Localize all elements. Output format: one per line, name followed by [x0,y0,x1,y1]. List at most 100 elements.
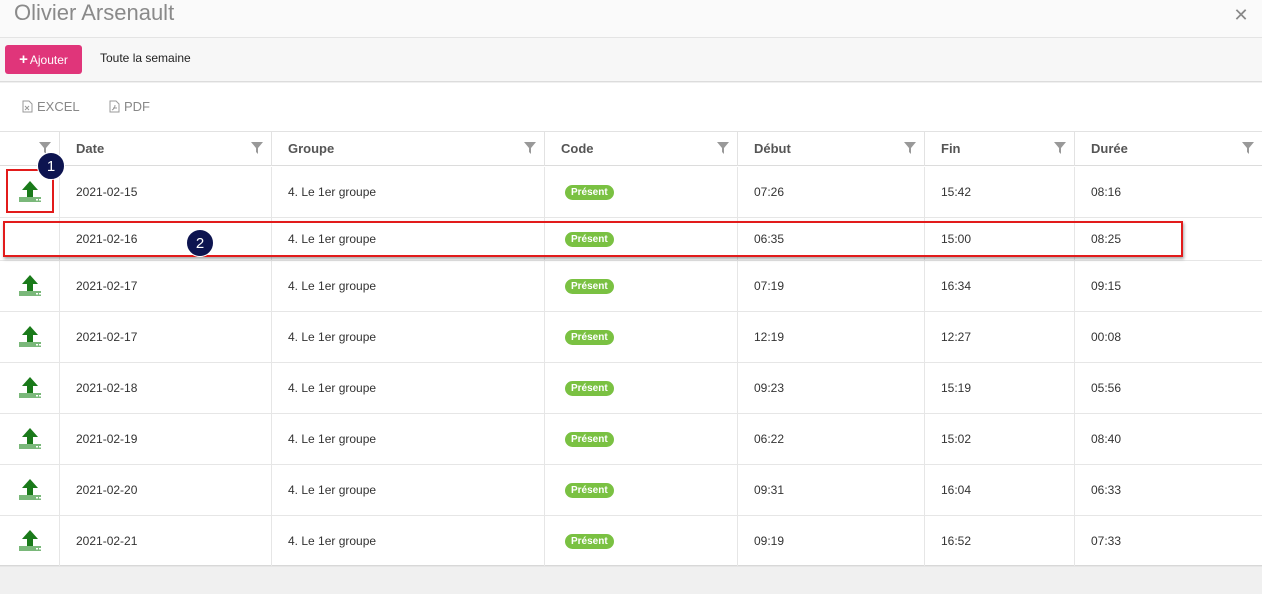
cell-group: 4. Le 1er groupe [272,312,545,362]
cell-date-text: 2021-02-20 [76,483,138,497]
upload-arrow-icon[interactable] [17,324,43,350]
plus-icon: + [19,50,28,68]
table-row[interactable]: 2021-02-18 4. Le 1er groupe Présent 09:23 15… [0,363,1262,414]
status-badge: Présent [565,184,614,200]
cell-date: 2021-02-16 [60,218,272,260]
cell-end: 16:34 [925,261,1075,311]
header-start-label: Début [754,141,791,156]
cell-end-text: 15:19 [941,381,972,395]
cell-end-text: 16:34 [941,279,972,293]
cell-start: 09:31 [738,465,925,515]
cell-end-text: 16:52 [941,534,972,548]
cell-start-text: 12:19 [754,330,785,344]
row-icon-cell [0,465,60,515]
table-row[interactable]: 2021-02-20 4. Le 1er groupe Présent 09:31 16… [0,465,1262,516]
filter-icon[interactable] [904,142,916,154]
cell-date-text: 2021-02-17 [76,279,138,293]
cell-group: 4. Le 1er groupe [272,218,545,260]
cell-group-text: 4. Le 1er groupe [288,279,377,293]
cell-duration: 09:15 [1075,261,1262,311]
header-end[interactable]: Fin [925,132,1075,166]
cell-start-text: 06:35 [754,232,785,246]
upload-arrow-icon[interactable] [17,528,43,554]
cell-duration-text: 06:33 [1091,483,1122,497]
cell-date-text: 2021-02-17 [76,330,138,344]
header-duration[interactable]: Durée [1075,132,1262,166]
header-date-label: Date [76,141,105,156]
cell-duration-text: 08:16 [1091,185,1122,199]
filter-icon[interactable] [251,142,263,154]
filter-icon[interactable] [524,142,536,154]
cell-date: 2021-02-18 [60,363,272,413]
cell-duration: 08:25 [1075,218,1262,260]
cell-end: 15:02 [925,414,1075,464]
cell-group: 4. Le 1er groupe [272,465,545,515]
row-icon-cell [0,414,60,464]
add-button[interactable]: + Ajouter [5,45,82,74]
cell-end-text: 15:00 [941,232,972,246]
cell-duration: 07:33 [1075,516,1262,566]
table-row[interactable]: 2021-02-15 4. Le 1er groupe Présent 07:26 15… [0,167,1262,218]
filter-icon[interactable] [1242,142,1254,154]
status-badge: Présent [565,329,614,345]
cell-date: 2021-02-19 [60,414,272,464]
excel-export-button[interactable]: EXCEL [22,99,80,114]
cell-group: 4. Le 1er groupe [272,167,545,217]
cell-code: Présent [545,516,738,566]
status-badge: Présent [565,278,614,294]
upload-arrow-icon[interactable] [17,273,43,299]
cell-start-text: 09:31 [754,483,785,497]
cell-date-text: 2021-02-18 [76,381,138,395]
header-start[interactable]: Début [738,132,925,166]
cell-group-text: 4. Le 1er groupe [288,534,377,548]
cell-date-text: 2021-02-19 [76,432,138,446]
close-icon[interactable]: ✕ [1232,6,1250,24]
cell-group: 4. Le 1er groupe [272,414,545,464]
cell-group-text: 4. Le 1er groupe [288,330,377,344]
cell-end: 12:27 [925,312,1075,362]
cell-duration: 08:16 [1075,167,1262,217]
cell-group-text: 4. Le 1er groupe [288,432,377,446]
grid-header: Date Groupe Code Début Fin Durée [0,132,1262,166]
cell-code: Présent [545,363,738,413]
step-marker-1: 1 [37,152,65,180]
header-date[interactable]: Date [60,132,272,166]
row-icon-cell [0,261,60,311]
cell-group-text: 4. Le 1er groupe [288,483,377,497]
upload-arrow-icon[interactable] [17,179,43,205]
cell-duration-text: 05:56 [1091,381,1122,395]
table-row[interactable]: 2021-02-17 4. Le 1er groupe Présent 12:19 12… [0,312,1262,363]
status-badge: Présent [565,231,614,247]
cell-date: 2021-02-17 [60,312,272,362]
cell-start-text: 06:22 [754,432,785,446]
upload-arrow-icon[interactable] [17,375,43,401]
cell-end-text: 16:04 [941,483,972,497]
cell-date-text: 2021-02-21 [76,534,138,548]
header-group[interactable]: Groupe [272,132,545,166]
cell-group-text: 4. Le 1er groupe [288,232,377,246]
table-row[interactable]: 2021-02-21 4. Le 1er groupe Présent 09:19 16… [0,516,1262,567]
table-row[interactable]: 2021-02-17 4. Le 1er groupe Présent 07:19 16… [0,261,1262,312]
cell-code: Présent [545,414,738,464]
whole-week-link[interactable]: Toute la semaine [100,51,191,65]
cell-end: 16:52 [925,516,1075,566]
status-badge: Présent [565,533,614,549]
header-code[interactable]: Code [545,132,738,166]
pdf-export-button[interactable]: PDF [109,99,150,114]
cell-group-text: 4. Le 1er groupe [288,185,377,199]
cell-end-text: 12:27 [941,330,972,344]
header-code-label: Code [561,141,594,156]
upload-arrow-icon[interactable] [17,477,43,503]
header-group-label: Groupe [288,141,335,156]
filter-icon[interactable] [1054,142,1066,154]
cell-duration-text: 09:15 [1091,279,1122,293]
export-bar: EXCEL PDF [0,83,1262,132]
table-row[interactable]: 2021-02-19 4. Le 1er groupe Présent 06:22 15… [0,414,1262,465]
header-end-label: Fin [941,141,961,156]
upload-arrow-icon[interactable] [17,426,43,452]
cell-duration-text: 08:25 [1091,232,1122,246]
filter-icon[interactable] [717,142,729,154]
cell-start: 06:22 [738,414,925,464]
cell-date-text: 2021-02-15 [76,185,138,199]
step-marker-2: 2 [186,229,214,257]
